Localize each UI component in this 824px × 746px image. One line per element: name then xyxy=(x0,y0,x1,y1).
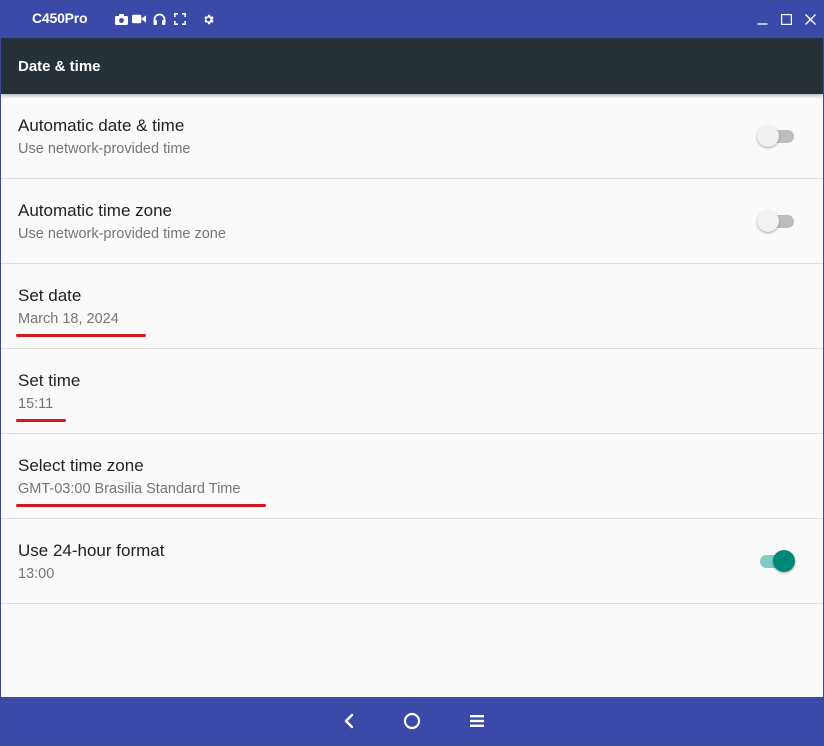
set-time-value: 15:11 xyxy=(18,396,54,412)
row-summary: 13:00 xyxy=(18,566,55,582)
row-title: Set date xyxy=(18,286,82,305)
settings-list: Automatic date & time Use network-provid… xyxy=(1,94,823,604)
navigation-bar xyxy=(1,697,823,745)
row-title: Set time xyxy=(18,371,81,390)
switch-thumb xyxy=(757,125,779,147)
headset-icon[interactable] xyxy=(152,12,166,26)
home-icon[interactable] xyxy=(400,709,424,733)
back-icon[interactable] xyxy=(337,709,361,733)
automatic-time-zone-switch[interactable] xyxy=(757,210,795,232)
video-camera-icon[interactable] xyxy=(132,12,146,26)
annotation-underline xyxy=(16,419,66,422)
minimize-icon[interactable] xyxy=(754,11,770,27)
row-summary: Use network-provided time xyxy=(18,141,191,157)
camera-icon[interactable] xyxy=(114,12,128,26)
close-icon[interactable] xyxy=(802,11,818,27)
set-date-value: March 18, 2024 xyxy=(18,311,119,327)
annotation-underline xyxy=(16,334,146,337)
action-bar: Date & time xyxy=(1,38,823,94)
menu-icon[interactable] xyxy=(465,709,489,733)
automatic-date-time-row[interactable]: Automatic date & time Use network-provid… xyxy=(1,94,823,179)
row-title: Select time zone xyxy=(18,456,144,475)
fullscreen-icon[interactable] xyxy=(173,12,187,26)
switch-thumb xyxy=(757,210,779,232)
time-zone-value: GMT-03:00 Brasilia Standard Time xyxy=(18,481,241,497)
row-summary: Use network-provided time zone xyxy=(18,226,226,242)
app-window: C450Pro Date & time Automatic date & tim… xyxy=(0,0,824,746)
gear-icon[interactable] xyxy=(201,12,215,26)
set-date-row[interactable]: Set date March 18, 2024 xyxy=(1,264,823,349)
automatic-date-time-switch[interactable] xyxy=(757,125,795,147)
use-24-hour-format-switch[interactable] xyxy=(757,550,795,572)
annotation-underline xyxy=(16,504,266,507)
row-title: Use 24-hour format xyxy=(18,541,165,560)
set-time-row[interactable]: Set time 15:11 xyxy=(1,349,823,434)
row-title: Automatic date & time xyxy=(18,116,185,135)
switch-thumb xyxy=(773,550,795,572)
maximize-icon[interactable] xyxy=(778,11,794,27)
use-24-hour-format-row[interactable]: Use 24-hour format 13:00 xyxy=(1,519,823,604)
automatic-time-zone-row[interactable]: Automatic time zone Use network-provided… xyxy=(1,179,823,264)
page-title: Date & time xyxy=(18,58,101,75)
app-title: C450Pro xyxy=(32,10,88,26)
title-bar: C450Pro xyxy=(1,1,823,38)
row-title: Automatic time zone xyxy=(18,201,173,220)
select-time-zone-row[interactable]: Select time zone GMT-03:00 Brasilia Stan… xyxy=(1,434,823,519)
